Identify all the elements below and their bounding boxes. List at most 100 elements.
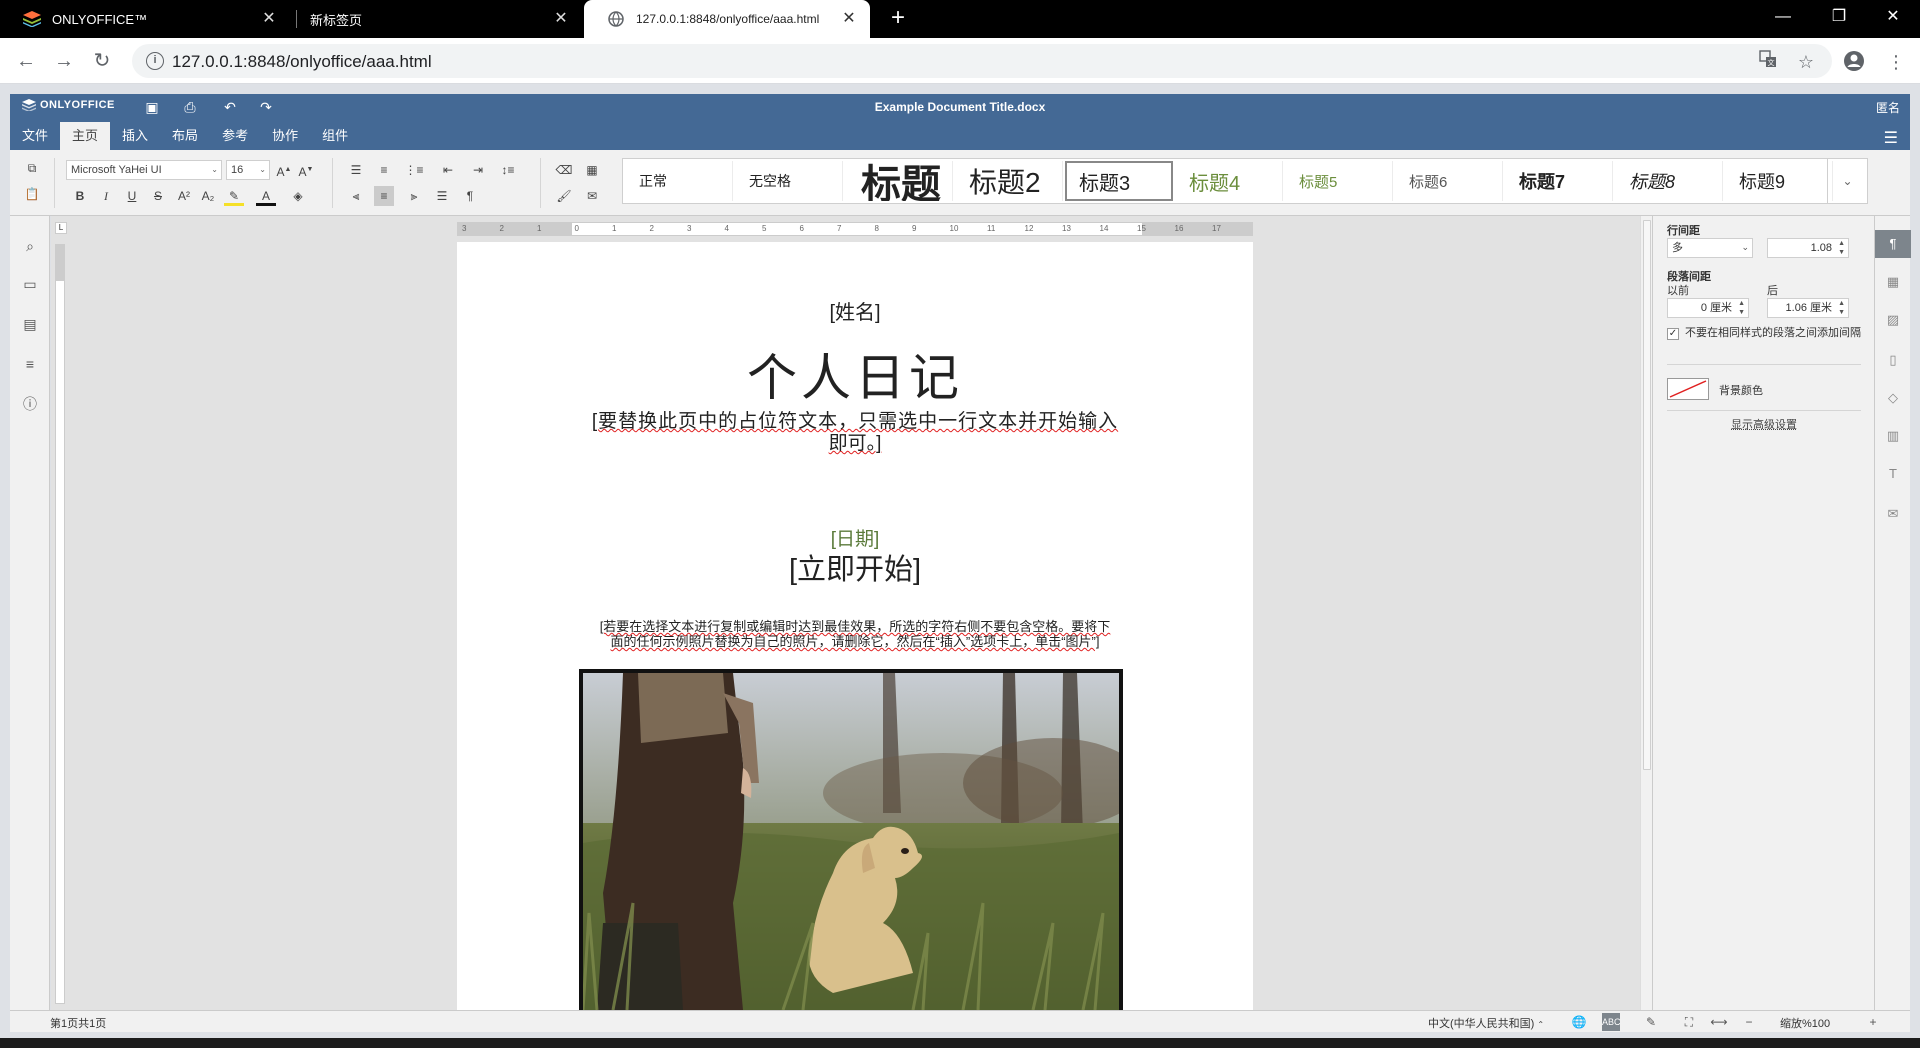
mail-merge-icon[interactable]: ✉ bbox=[582, 186, 602, 206]
document-page[interactable]: [姓名] 个人日记 [要替换此页中的占位符文本，只需选中一行文本并开始输入 即可… bbox=[457, 242, 1253, 1014]
increase-font-icon[interactable]: A▲ bbox=[274, 160, 294, 180]
decrease-indent-icon[interactable]: ⇤ bbox=[438, 160, 458, 180]
close-icon[interactable]: ✕ bbox=[260, 10, 278, 28]
nonprinting-chars-icon[interactable]: ¶ bbox=[460, 186, 480, 206]
header-footer-icon[interactable]: ▯ bbox=[1883, 350, 1903, 370]
browser-menu-icon[interactable]: ⋮ bbox=[1884, 50, 1908, 74]
italic-icon[interactable]: I bbox=[96, 186, 116, 206]
superscript-icon[interactable]: A² bbox=[174, 186, 194, 206]
style-heading8[interactable]: 标题8 bbox=[1615, 161, 1723, 201]
url-omnibox[interactable]: i 127.0.0.1:8848/onlyoffice/aaa.html bbox=[132, 44, 1832, 78]
image-settings-icon[interactable]: ▨ bbox=[1883, 310, 1903, 330]
browser-tab-onlyoffice[interactable]: ONLYOFFICE™ ✕ bbox=[0, 0, 290, 38]
color-scheme-icon[interactable]: ▦ bbox=[582, 160, 602, 180]
clear-style-icon[interactable]: ⌫ bbox=[554, 160, 574, 180]
translate-icon[interactable]: 文 bbox=[1756, 50, 1780, 74]
chevron-down-icon[interactable]: ⌄ bbox=[1827, 159, 1867, 203]
font-color-icon[interactable]: A bbox=[256, 186, 276, 206]
name-placeholder[interactable]: [姓名] bbox=[457, 296, 1253, 325]
profile-avatar-icon[interactable] bbox=[1842, 50, 1866, 74]
back-arrow-icon[interactable]: ← bbox=[12, 48, 40, 74]
fit-page-icon[interactable]: ⛶ bbox=[1680, 1013, 1698, 1031]
document-heading[interactable]: 个人日记 bbox=[457, 338, 1253, 410]
style-normal[interactable]: 正常 bbox=[625, 161, 733, 201]
reload-icon[interactable]: ↻ bbox=[88, 48, 116, 74]
start-now-placeholder[interactable]: [立即开始] bbox=[457, 546, 1253, 588]
style-heading4[interactable]: 标题4 bbox=[1175, 161, 1283, 201]
shape-settings-icon[interactable]: ◇ bbox=[1883, 388, 1903, 408]
highlight-color-icon[interactable]: ✎ bbox=[224, 186, 244, 206]
restore-icon[interactable]: ❐ bbox=[1816, 0, 1862, 34]
copy-style-icon[interactable]: 🖌 bbox=[554, 186, 574, 206]
style-no-spacing[interactable]: 无空格 bbox=[735, 161, 843, 201]
paragraph-settings-icon[interactable]: ¶ bbox=[1875, 230, 1911, 258]
align-right-icon[interactable]: ⫸ bbox=[404, 186, 424, 206]
text-art-icon[interactable]: T bbox=[1883, 464, 1903, 484]
doc-language-globe-icon[interactable]: 🌐 bbox=[1570, 1013, 1588, 1031]
close-icon[interactable]: ✕ bbox=[840, 10, 858, 28]
strikethrough-icon[interactable]: S bbox=[148, 186, 168, 206]
spacing-after-input[interactable]: 1.06 厘米 ▲ ▼ bbox=[1767, 298, 1849, 318]
spellcheck-icon[interactable]: ABC bbox=[1602, 1013, 1621, 1031]
tab-insert[interactable]: 插入 bbox=[110, 122, 160, 150]
new-tab-button[interactable]: + bbox=[884, 5, 912, 33]
browser-tab-newtab[interactable]: 新标签页 ✕ bbox=[298, 0, 582, 38]
tab-collaboration[interactable]: 协作 bbox=[260, 122, 310, 150]
copy-icon[interactable]: ⧉ bbox=[22, 158, 42, 178]
style-heading6[interactable]: 标题6 bbox=[1395, 161, 1503, 201]
scrollbar-thumb[interactable] bbox=[1643, 220, 1651, 770]
sample-photo-dog-in-field[interactable] bbox=[579, 669, 1123, 1014]
shading-icon[interactable]: ◈ bbox=[288, 186, 308, 206]
line-spacing-mode-select[interactable]: 多 ⌄ bbox=[1667, 238, 1753, 258]
bullet-list-icon[interactable]: ☰ bbox=[346, 160, 366, 180]
style-heading7[interactable]: 标题7 bbox=[1505, 161, 1613, 201]
bold-icon[interactable]: B bbox=[70, 186, 90, 206]
tab-plugins[interactable]: 组件 bbox=[310, 122, 360, 150]
spinner-arrows-icon[interactable]: ▲ ▼ bbox=[1838, 299, 1845, 317]
spinner-arrows-icon[interactable]: ▲ ▼ bbox=[1838, 239, 1845, 257]
style-heading9[interactable]: 标题9 bbox=[1725, 161, 1833, 201]
chat-icon[interactable]: ▤ bbox=[20, 314, 40, 334]
align-center-icon[interactable]: ≡ bbox=[374, 186, 394, 206]
zoom-out-icon[interactable]: − bbox=[1740, 1013, 1758, 1031]
horizontal-ruler[interactable]: 3 2 1 0 1 2 3 4 5 6 7 8 9 10 11 12 13 14 15 16 17 bbox=[457, 222, 1253, 236]
mail-merge-icon[interactable]: ✉ bbox=[1883, 504, 1903, 524]
line-spacing-icon[interactable]: ↕≡ bbox=[498, 160, 518, 180]
fit-width-icon[interactable]: ⟷ bbox=[1710, 1013, 1728, 1031]
multilevel-list-icon[interactable]: ⋮≡ bbox=[404, 160, 424, 180]
instruction-line2[interactable]: 面的任何示例照片替换为自己的照片，请删除它，然后在“插入”选项卡上，单击“图片”… bbox=[457, 631, 1253, 650]
about-info-icon[interactable]: ⓘ bbox=[20, 394, 40, 414]
subscript-icon[interactable]: A₂ bbox=[198, 186, 218, 206]
zoom-in-icon[interactable]: + bbox=[1864, 1013, 1882, 1031]
tab-home[interactable]: 主页 bbox=[60, 122, 111, 150]
spacing-before-input[interactable]: 0 厘米 ▲ ▼ bbox=[1667, 298, 1749, 318]
tab-references[interactable]: 参考 bbox=[210, 122, 260, 150]
minimize-icon[interactable]: — bbox=[1760, 0, 1806, 34]
paste-icon[interactable]: 📋 bbox=[22, 184, 42, 204]
decrease-font-icon[interactable]: A▼ bbox=[296, 160, 316, 180]
underline-icon[interactable]: U bbox=[122, 186, 142, 206]
tab-stop-selector[interactable]: L bbox=[55, 222, 67, 234]
info-icon[interactable]: i bbox=[146, 52, 164, 70]
language-selector[interactable]: 中文(中华人民共和国) ⌃ bbox=[1428, 1015, 1544, 1031]
chart-settings-icon[interactable]: ▥ bbox=[1883, 426, 1903, 446]
increase-indent-icon[interactable]: ⇥ bbox=[468, 160, 488, 180]
font-family-select[interactable]: Microsoft YaHei UI ⌄ bbox=[66, 160, 222, 180]
comments-icon[interactable]: ▭ bbox=[20, 274, 40, 294]
numbered-list-icon[interactable]: ≡ bbox=[374, 160, 394, 180]
style-heading3[interactable]: 标题3 bbox=[1065, 161, 1173, 201]
justify-icon[interactable]: ☰ bbox=[432, 186, 452, 206]
window-close-icon[interactable]: ✕ bbox=[1870, 0, 1916, 34]
table-settings-icon[interactable]: ▦ bbox=[1883, 272, 1903, 292]
close-icon[interactable]: ✕ bbox=[552, 10, 570, 28]
align-left-icon[interactable]: ⫷ bbox=[346, 186, 366, 206]
track-changes-icon[interactable]: ✎ bbox=[1642, 1013, 1660, 1031]
no-space-same-style-checkbox[interactable]: ✓ bbox=[1667, 328, 1679, 340]
page-counter[interactable]: 第1页共1页 bbox=[50, 1015, 106, 1031]
bookmark-star-icon[interactable]: ☆ bbox=[1794, 50, 1818, 74]
hamburger-menu-icon[interactable]: ☰ bbox=[1884, 128, 1898, 148]
line-spacing-value-input[interactable]: 1.08 ▲ ▼ bbox=[1767, 238, 1849, 258]
zoom-level[interactable]: 缩放%100 bbox=[1780, 1015, 1830, 1031]
navigation-icon[interactable]: ≡ bbox=[20, 354, 40, 374]
background-color-swatch[interactable] bbox=[1667, 378, 1709, 400]
